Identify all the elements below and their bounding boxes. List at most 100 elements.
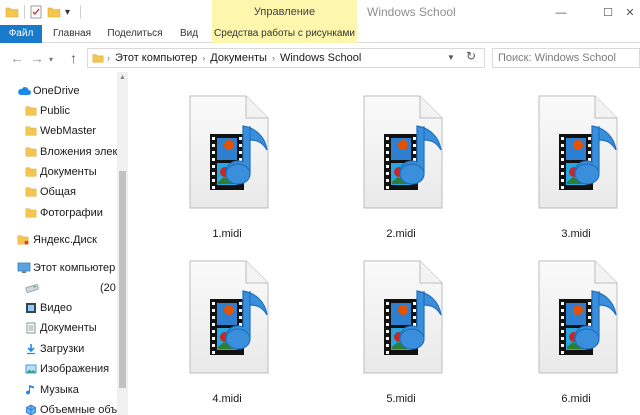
breadcrumb-this-pc[interactable]: Этот компьютер [115,52,197,64]
folder-icon [25,105,37,117]
sidebar-item[interactable]: Документы [0,318,117,338]
cloud-icon [17,85,31,97]
address-row: ← → ▾ ↑ › Этот компьютер › Документы › W… [0,44,640,72]
scroll-up-arrow[interactable]: ▲ [117,74,128,81]
sidebar-item[interactable]: Загрузки [0,339,117,359]
sidebar-item[interactable]: Музыка [0,380,117,400]
file-view: 1.midi 2.midi 3.midi 4.midi 5.midi 6.mid… [128,72,640,415]
sidebar-item-label: WebMaster [40,125,97,137]
back-button[interactable]: ← [10,50,24,66]
tab-view[interactable]: Вид [176,25,202,43]
close-button[interactable]: ✕ [620,0,640,25]
sidebar-item-label: Изображения [40,363,110,375]
file-name: 3.midi [561,228,591,240]
breadcrumb-separator: › [271,53,275,63]
sidebar-item-label: Документы [40,166,97,178]
toolbar-separator [80,5,81,19]
file-item[interactable]: 3.midi [521,82,631,242]
sidebar-item[interactable]: Вложения электр [0,142,117,162]
address-dropdown-icon[interactable]: ▼ [447,53,455,62]
sidebar-item[interactable]: Яндекс.Диск [0,230,117,250]
file-name: 5.midi [386,393,416,405]
forward-button[interactable]: → [30,50,44,66]
folder-icon [92,54,104,63]
music-icon [25,384,37,396]
sidebar-scrollbar[interactable]: ▲ [117,72,128,415]
folder-icon[interactable] [5,4,19,20]
video-icon [25,302,37,314]
file-item[interactable]: 2.midi [346,82,456,242]
scrollbar-thumb[interactable] [119,171,126,388]
midi-file-icon [346,82,456,225]
sidebar-item-label: Объемные объе [40,404,117,415]
refresh-icon[interactable]: ↻ [466,49,476,63]
file-name: 1.midi [212,228,242,240]
file-item[interactable]: 5.midi [346,247,456,407]
pictures-icon [25,363,37,375]
folder-icon [25,146,37,158]
tab-picture-tools[interactable]: Средства работы с рисунками [212,25,357,43]
file-name: 2.midi [386,228,416,240]
sidebar-item[interactable]: WebMaster [0,121,117,141]
sidebar-item-label: Загрузки [40,343,85,355]
sidebar-item[interactable]: Документы [0,162,117,182]
folder-icon [25,125,37,137]
sidebar-item[interactable]: Фотографии [0,203,117,223]
breadcrumb-documents[interactable]: Документы [210,52,267,64]
new-folder-icon[interactable] [47,4,61,20]
file-item[interactable]: 4.midi [172,247,282,407]
breadcrumb-separator: › [202,53,206,63]
sidebar-item-label: Фотографии [40,207,103,219]
toolbar-separator [24,5,25,19]
window-title: Windows School [367,5,456,19]
sidebar-item[interactable]: Объемные объе [0,400,117,415]
minimize-button[interactable]: — [551,0,571,25]
computer-icon [17,262,31,274]
sidebar-item-label: (20 [100,282,116,294]
sidebar-item[interactable]: Видео [0,298,117,318]
properties-icon[interactable] [29,4,43,20]
midi-file-icon [521,82,631,225]
downloads-icon [25,343,37,355]
sidebar-item-label: Музыка [40,384,79,396]
midi-file-icon [172,247,282,390]
documents-icon [25,322,37,334]
file-item[interactable]: 1.midi [172,82,282,242]
midi-file-icon [521,247,631,390]
sidebar-item[interactable]: OneDrive [0,81,117,101]
customize-toolbar-dropdown[interactable]: ▾ [65,4,70,20]
sidebar-item-label: Документы [40,322,97,334]
tab-home[interactable]: Главная [49,25,95,43]
midi-file-icon [172,82,282,225]
up-button[interactable]: ↑ [70,50,77,66]
sidebar-item-label: Видео [40,302,73,314]
breadcrumb-windows-school[interactable]: Windows School [280,52,361,64]
search-input[interactable]: Поиск: Windows School [492,48,640,68]
sidebar-item-label: Вложения электр [40,146,117,158]
yandex-disk-icon [17,234,29,246]
folder-icon [25,186,37,198]
sidebar-item[interactable]: Public [0,101,117,121]
breadcrumb-separator: › [107,53,110,63]
recent-locations-dropdown[interactable]: ▾ [49,52,53,68]
sidebar-item[interactable]: Изображения [0,359,117,379]
context-group-header: Управление [212,0,357,25]
ribbon-tabs: Файл Главная Поделиться Вид Средства раб… [0,25,640,43]
address-bar[interactable]: › Этот компьютер › Документы › Windows S… [87,48,485,68]
sidebar-item[interactable]: Этот компьютер [0,258,117,278]
tab-file[interactable]: Файл [0,25,42,43]
file-item[interactable]: 6.midi [521,247,631,407]
3d-objects-icon [25,404,37,415]
sidebar-item-label: Этот компьютер [33,262,116,274]
maximize-button[interactable]: ☐ [598,0,618,25]
sidebar-item[interactable]: (20 [0,278,117,298]
sidebar-item-label: Public [40,105,70,117]
midi-file-icon [346,247,456,390]
sidebar-item-label: Общая [40,186,76,198]
sidebar-item-label: Яндекс.Диск [33,234,97,246]
navigation-pane: OneDrive Public WebMaster Вложения электр До… [0,72,128,415]
drive-icon [25,282,39,294]
tab-share[interactable]: Поделиться [104,25,166,43]
sidebar-item[interactable]: Общая [0,182,117,202]
file-name: 4.midi [212,393,242,405]
